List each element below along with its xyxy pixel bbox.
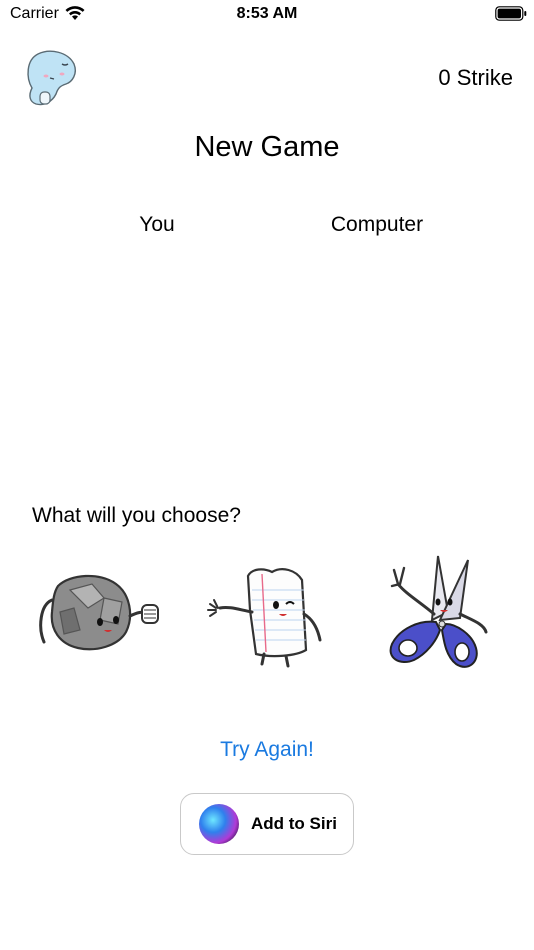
player-computer-label: Computer <box>330 213 424 236</box>
rock-button[interactable] <box>30 550 160 675</box>
paper-character-icon <box>207 568 322 668</box>
ghost-mascot-icon[interactable] <box>22 48 78 108</box>
strike-counter: 0 Strike <box>438 65 513 90</box>
scissors-character-icon <box>389 555 488 668</box>
add-to-siri-label: Add to Siri <box>251 814 337 833</box>
siri-icon <box>199 804 239 844</box>
choose-prompt: What will you choose? <box>32 504 241 527</box>
scissors-button[interactable] <box>376 550 506 675</box>
rock-character-icon <box>39 574 159 651</box>
page-title: New Game <box>194 131 340 163</box>
player-you-label: You <box>139 213 175 236</box>
add-to-siri-button[interactable]: Add to Siri <box>180 793 354 855</box>
status-bar: Carrier 8:53 AM <box>0 0 534 28</box>
clock-time: 8:53 AM <box>236 5 298 22</box>
battery-icon <box>495 6 527 21</box>
paper-button[interactable] <box>200 550 330 675</box>
try-again-button[interactable]: Try Again! <box>0 738 534 762</box>
